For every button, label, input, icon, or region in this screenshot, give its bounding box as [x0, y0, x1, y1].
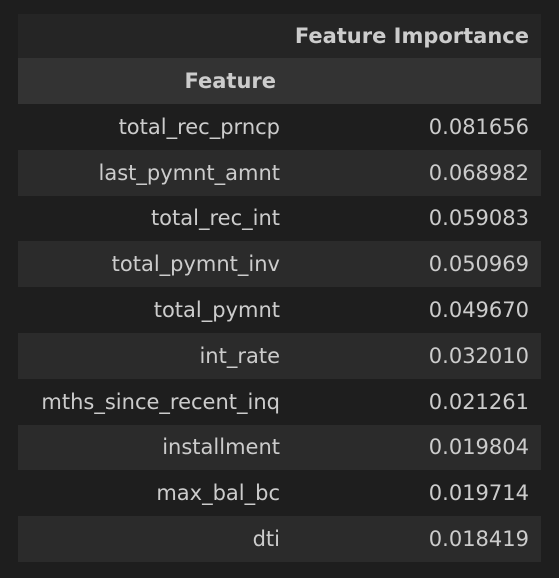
importance-value-cell: 0.032010 — [288, 332, 541, 379]
column-header-row: Feature Importance — [18, 14, 541, 58]
feature-name-cell: mths_since_recent_inq — [18, 378, 288, 425]
blank-index-value-cell — [288, 58, 541, 104]
feature-importance-table: Feature Importance Feature total_rec_prn… — [18, 14, 541, 562]
importance-value-cell: 0.081656 — [288, 104, 541, 150]
feature-name-cell: installment — [18, 424, 288, 471]
importance-value-cell: 0.018419 — [288, 516, 541, 562]
table-row: total_pymnt 0.049670 — [18, 287, 541, 333]
feature-name-cell: int_rate — [18, 332, 288, 379]
feature-name-cell: last_pymnt_amnt — [18, 149, 288, 196]
table-row: max_bal_bc 0.019714 — [18, 470, 541, 517]
table-row: mths_since_recent_inq 0.021261 — [18, 378, 541, 425]
feature-name-cell: total_pymnt_inv — [18, 241, 288, 288]
table-row: dti 0.018419 — [18, 516, 541, 562]
column-header-feature-importance: Feature Importance — [288, 14, 541, 58]
importance-value-cell: 0.049670 — [288, 287, 541, 333]
table-row: total_pymnt_inv 0.050969 — [18, 241, 541, 288]
table-row: total_rec_int 0.059083 — [18, 195, 541, 242]
feature-name-cell: max_bal_bc — [18, 470, 288, 517]
importance-value-cell: 0.068982 — [288, 149, 541, 196]
importance-value-cell: 0.019714 — [288, 470, 541, 517]
feature-name-cell: total_pymnt — [18, 287, 288, 333]
importance-value-cell: 0.021261 — [288, 378, 541, 425]
table-row: int_rate 0.032010 — [18, 332, 541, 379]
index-header-row: Feature — [18, 58, 541, 104]
feature-name-cell: dti — [18, 516, 288, 562]
table-row: installment 0.019804 — [18, 424, 541, 471]
table-header: Feature Importance Feature — [18, 14, 541, 104]
importance-value-cell: 0.050969 — [288, 241, 541, 288]
table-row: total_rec_prncp 0.081656 — [18, 104, 541, 150]
table-row: last_pymnt_amnt 0.068982 — [18, 149, 541, 196]
table-body: total_rec_prncp 0.081656 last_pymnt_amnt… — [18, 104, 541, 562]
feature-name-cell: total_rec_int — [18, 195, 288, 242]
importance-value-cell: 0.019804 — [288, 424, 541, 471]
importance-value-cell: 0.059083 — [288, 195, 541, 242]
index-header-feature: Feature — [18, 58, 288, 104]
blank-header-cell — [18, 14, 288, 58]
feature-name-cell: total_rec_prncp — [18, 104, 288, 150]
